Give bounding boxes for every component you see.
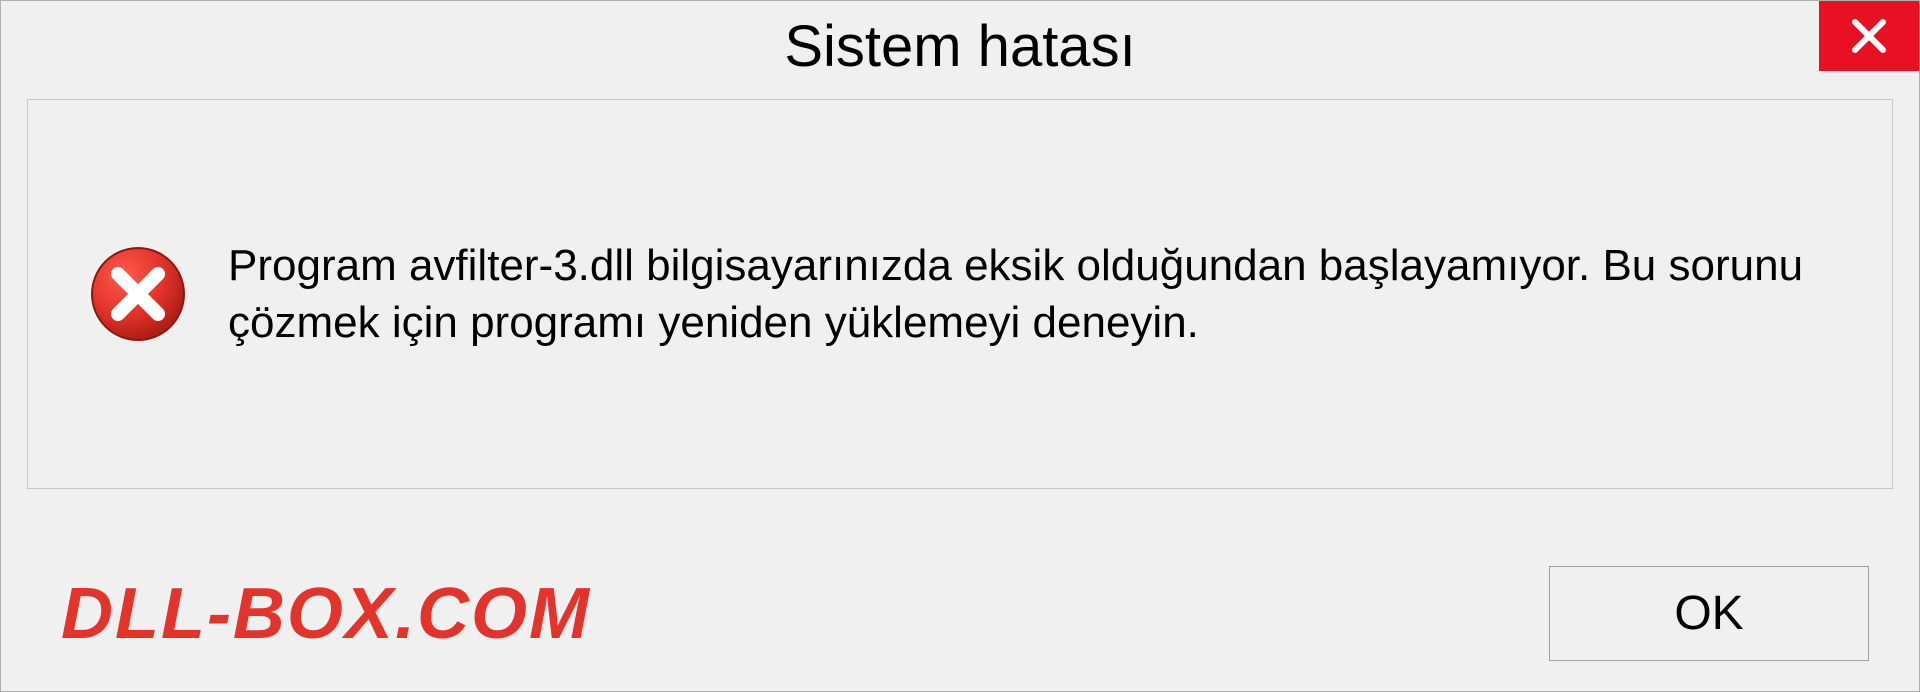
error-message: Program avfilter-3.dll bilgisayarınızda … bbox=[228, 237, 1832, 351]
error-icon bbox=[88, 244, 188, 344]
close-button[interactable] bbox=[1819, 1, 1919, 71]
content-panel: Program avfilter-3.dll bilgisayarınızda … bbox=[27, 99, 1893, 489]
dialog-title: Sistem hatası bbox=[1, 1, 1819, 80]
ok-button-label: OK bbox=[1674, 586, 1743, 641]
ok-button[interactable]: OK bbox=[1549, 566, 1869, 661]
titlebar: Sistem hatası bbox=[1, 1, 1919, 91]
error-dialog: Sistem hatası bbox=[0, 0, 1920, 692]
close-icon bbox=[1849, 16, 1889, 56]
watermark-text: DLL-BOX.COM bbox=[61, 573, 591, 655]
footer-bar: DLL-BOX.COM OK bbox=[1, 536, 1919, 691]
